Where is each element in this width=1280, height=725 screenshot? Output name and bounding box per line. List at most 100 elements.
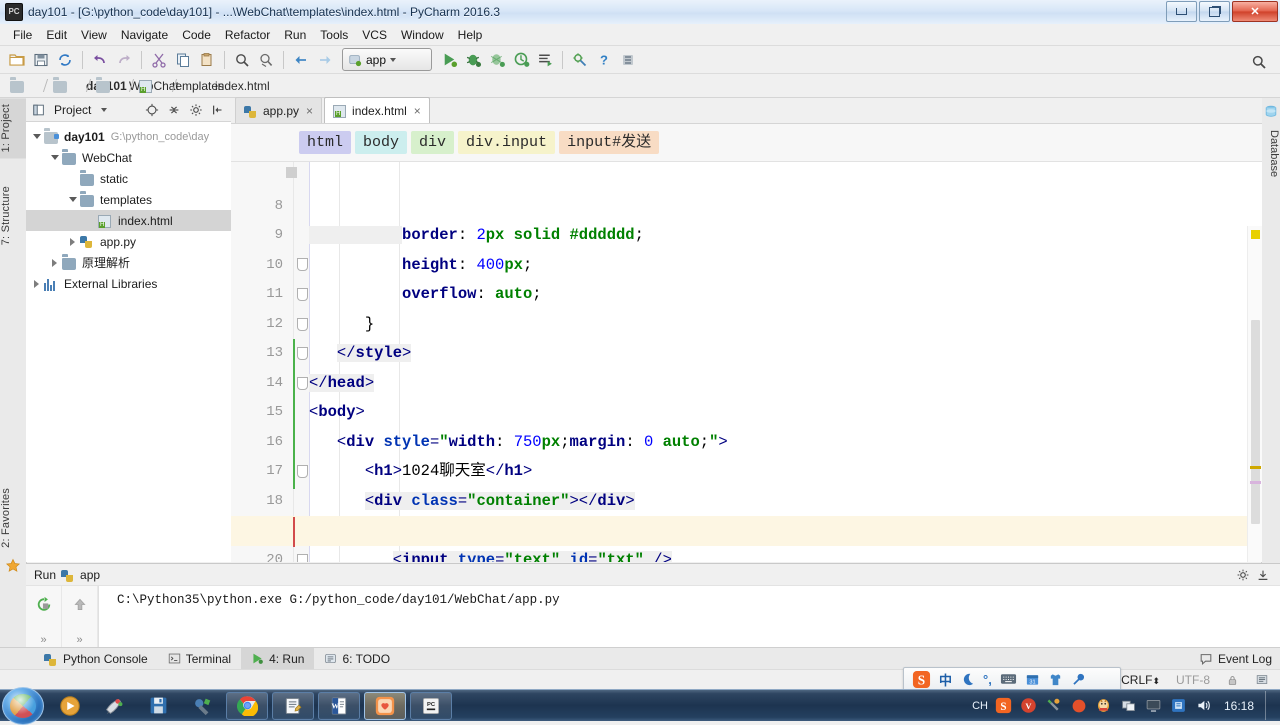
menu-tools[interactable]: Tools xyxy=(313,26,355,44)
menu-help[interactable]: Help xyxy=(451,26,490,44)
code-line-21[interactable]: 21 </div> xyxy=(231,546,1262,563)
code-line-19[interactable]: 19 <input type="text" id="txt" /> xyxy=(231,487,1262,562)
code-line-15[interactable]: 15 <div style="width: 750px;margin: 0 au… xyxy=(231,369,1262,451)
profile-icon[interactable] xyxy=(510,49,532,71)
change-marker[interactable] xyxy=(1250,481,1261,484)
tree-item-yuanli-jiexi[interactable]: 原理解析 xyxy=(26,252,231,273)
cut-icon[interactable] xyxy=(148,49,170,71)
paint-icon[interactable] xyxy=(92,691,136,720)
open-folder-icon[interactable] xyxy=(6,49,28,71)
tree-item-day101[interactable]: day101 G:\python_code\day xyxy=(26,126,231,147)
marker-bar[interactable] xyxy=(1247,226,1262,562)
save-all-icon[interactable] xyxy=(30,49,52,71)
save-icon[interactable] xyxy=(136,691,180,720)
tree-item-static[interactable]: static xyxy=(26,168,231,189)
qq-icon[interactable] xyxy=(1095,697,1113,715)
code-line-13[interactable]: 13 </head> xyxy=(231,310,1262,392)
code-line-18[interactable]: 18 <div class="input"> xyxy=(231,457,1262,539)
redo-icon[interactable] xyxy=(113,49,135,71)
antivirus-icon[interactable]: V xyxy=(1020,697,1038,715)
replace-icon[interactable] xyxy=(255,49,277,71)
ime-mode-label[interactable]: 中 xyxy=(939,670,952,689)
settings-gear-icon[interactable] xyxy=(569,49,591,71)
search-everywhere-icon[interactable] xyxy=(1248,51,1270,73)
expand-arrow-icon[interactable] xyxy=(66,235,79,248)
element-path-body[interactable]: body xyxy=(355,131,408,154)
coverage-icon[interactable] xyxy=(486,49,508,71)
bottom-tab-todo[interactable]: 6: TODO xyxy=(314,648,400,670)
skin-icon[interactable] xyxy=(1048,672,1063,687)
tree-item-app-py[interactable]: app.py xyxy=(26,231,231,252)
word-icon[interactable]: W xyxy=(318,691,360,720)
code-line-9[interactable]: 9 height: 400px; xyxy=(231,192,1262,274)
moon-icon[interactable] xyxy=(960,672,975,687)
menu-vcs[interactable]: VCS xyxy=(355,26,394,44)
fold-marker-18[interactable] xyxy=(297,465,308,478)
scroll-up-icon[interactable] xyxy=(72,596,87,613)
chrome-icon[interactable] xyxy=(226,691,268,720)
fold-marker-13[interactable] xyxy=(297,318,308,331)
breadcrumb-index-html[interactable]: index.html xyxy=(137,76,270,96)
help-icon[interactable]: ? xyxy=(593,49,615,71)
tree-item-webchat[interactable]: WebChat xyxy=(26,147,231,168)
menu-edit[interactable]: Edit xyxy=(39,26,74,44)
run-icon[interactable] xyxy=(438,49,460,71)
run-configuration-selector[interactable]: app xyxy=(342,48,432,71)
sidebar-tab-database[interactable]: Database xyxy=(1262,126,1280,181)
language-indicator[interactable]: CH xyxy=(972,697,988,715)
undo-icon[interactable] xyxy=(89,49,111,71)
sogou-logo-icon[interactable]: S xyxy=(912,670,931,689)
sidebar-tab-favorites[interactable]: 2: Favorites xyxy=(0,482,26,554)
menu-window[interactable]: Window xyxy=(394,26,451,44)
code-line-17[interactable]: 17 <div class="container"></div> xyxy=(231,428,1262,510)
close-tab-icon[interactable]: × xyxy=(306,104,313,118)
keyboard-icon[interactable] xyxy=(1000,672,1017,686)
rerun-icon[interactable] xyxy=(35,596,52,613)
sidebar-tab-structure[interactable]: 7: Structure xyxy=(0,180,26,251)
expand-toolbar-icon[interactable]: » xyxy=(76,634,82,646)
hide-panel-icon[interactable] xyxy=(1256,568,1270,582)
close-tab-icon[interactable]: × xyxy=(414,104,421,118)
tools-icon[interactable] xyxy=(1045,697,1063,715)
calendar-icon[interactable]: 31 xyxy=(1025,672,1040,687)
menu-refactor[interactable]: Refactor xyxy=(218,26,277,44)
debug-icon[interactable] xyxy=(462,49,484,71)
tree-item-external-libraries[interactable]: External Libraries xyxy=(26,273,231,294)
show-desktop-button[interactable] xyxy=(1265,691,1276,720)
bottom-tab-python-console[interactable]: Python Console xyxy=(34,648,158,670)
breadcrumb-templates[interactable]: templates xyxy=(94,76,224,96)
element-path-div-input[interactable]: div.input xyxy=(458,131,556,154)
menu-view[interactable]: View xyxy=(74,26,114,44)
expand-arrow-icon[interactable] xyxy=(66,193,79,206)
menu-file[interactable]: File xyxy=(6,26,39,44)
scroll-from-source-icon[interactable] xyxy=(143,101,161,119)
change-marker[interactable] xyxy=(1250,466,1261,469)
menu-navigate[interactable]: Navigate xyxy=(114,26,175,44)
event-log-button[interactable]: Event Log xyxy=(1199,652,1272,666)
settings-gear-icon[interactable] xyxy=(1236,568,1250,582)
warning-marker[interactable] xyxy=(1251,230,1260,239)
fold-marker-15[interactable] xyxy=(297,377,308,390)
back-icon[interactable] xyxy=(290,49,312,71)
code-line-16[interactable]: 16 <h1>1024聊天室</h1> xyxy=(231,398,1262,481)
run-with-console-icon[interactable] xyxy=(534,49,556,71)
fold-marker-14[interactable] xyxy=(297,347,308,360)
expand-arrow-icon[interactable] xyxy=(30,130,43,143)
code-line-20[interactable]: 20 <input type="button" id="发送" /> xyxy=(231,516,1262,562)
code-editor[interactable]: 8 border: 2px solid #dddddd; 9 height: 4… xyxy=(231,162,1262,562)
minimize-button[interactable] xyxy=(1166,1,1197,22)
code-line-8[interactable]: 8 border: 2px solid #dddddd; xyxy=(231,162,1262,244)
element-path-html[interactable]: html xyxy=(299,131,352,154)
element-path-div[interactable]: div xyxy=(411,131,455,154)
code-line-10[interactable]: 10 overflow: auto; xyxy=(231,221,1262,304)
sidebar-tab-project[interactable]: 1: Project xyxy=(0,98,26,159)
network-share-icon[interactable] xyxy=(1120,697,1138,715)
tree-item-index-html[interactable]: index.html xyxy=(26,210,231,231)
start-orb[interactable] xyxy=(2,687,44,725)
status-encoding[interactable]: UTF-8 xyxy=(1169,673,1217,687)
expand-arrow-icon[interactable] xyxy=(30,277,43,290)
code-line-11[interactable]: 11 } xyxy=(231,251,1262,333)
settings-gear-icon[interactable] xyxy=(187,101,205,119)
status-line-separator[interactable]: CRLF⬍ xyxy=(1114,673,1167,687)
blue-app-icon[interactable] xyxy=(1170,697,1188,715)
